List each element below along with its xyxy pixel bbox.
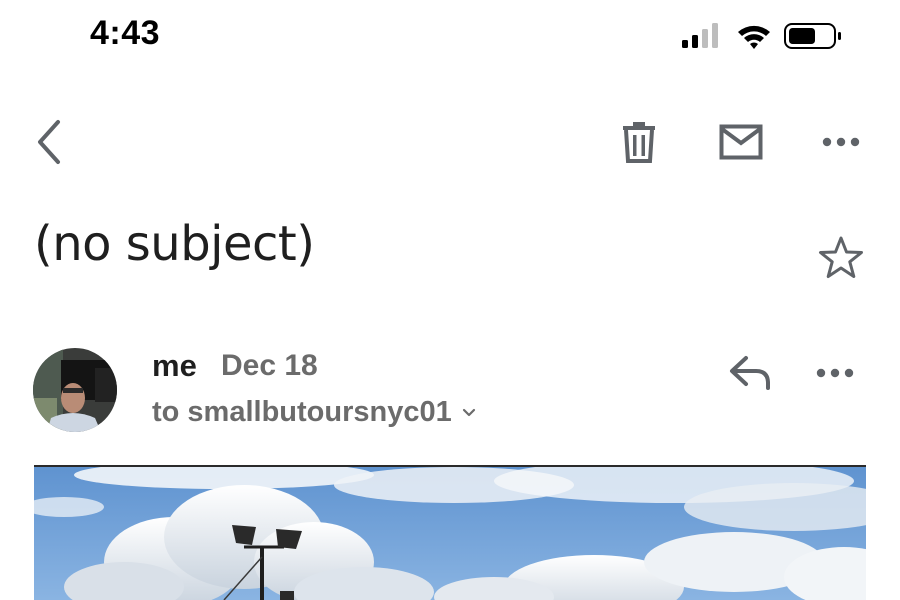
back-button[interactable] [26, 116, 72, 168]
sender-avatar[interactable] [33, 348, 117, 432]
trash-icon [623, 122, 655, 163]
recipient-line[interactable]: to smallbutoursnyc01 [152, 396, 476, 429]
status-time: 4:43 [90, 14, 161, 52]
email-image[interactable] [34, 467, 866, 600]
email-subject: (no subject) [34, 216, 315, 272]
message-more-button[interactable] [815, 352, 867, 396]
chevron-down-icon [462, 408, 475, 416]
signal-icon [682, 23, 718, 48]
more-icon [816, 368, 854, 378]
reply-button[interactable] [726, 352, 774, 396]
mail-icon [719, 124, 763, 160]
status-icons [680, 20, 850, 52]
more-icon [822, 137, 860, 147]
email-detail-screen: 4:43 (no subject) me Dec 18 to smallbuto… [0, 0, 900, 600]
email-date: Dec 18 [221, 349, 318, 382]
sender-name: me [152, 348, 197, 383]
star-button[interactable] [816, 234, 866, 282]
reply-icon [730, 356, 770, 390]
toolbar-more-button[interactable] [815, 120, 867, 164]
back-chevron-icon [38, 120, 60, 164]
mark-unread-button[interactable] [712, 116, 770, 168]
star-icon [819, 236, 863, 278]
wifi-icon [738, 25, 770, 49]
delete-button[interactable] [614, 116, 664, 168]
recipient-text: to smallbutoursnyc01 [152, 396, 452, 428]
battery-icon [784, 23, 841, 49]
